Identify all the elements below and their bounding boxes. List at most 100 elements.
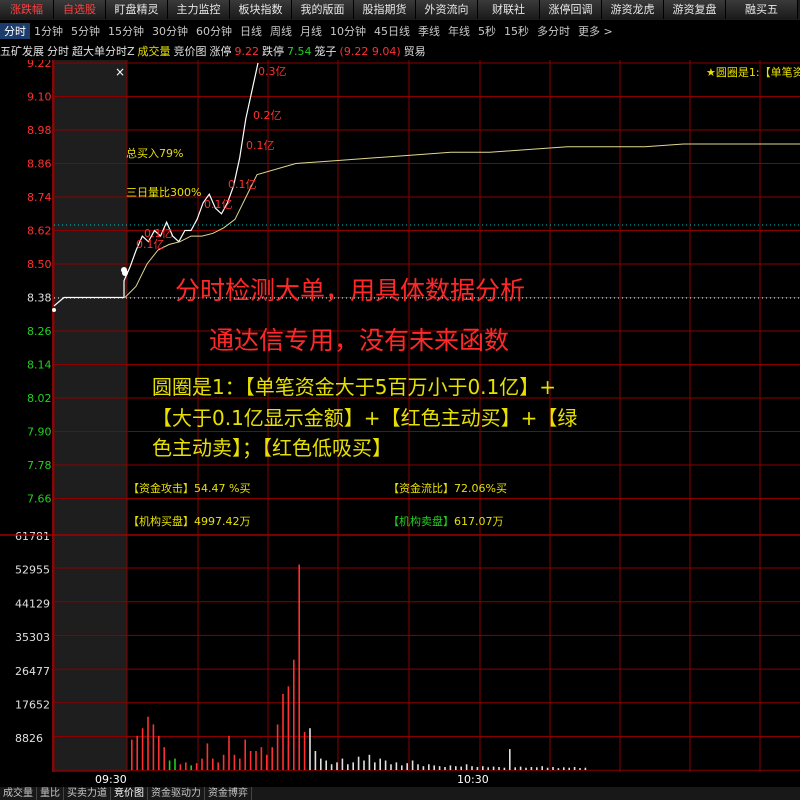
volume-bar <box>519 766 522 770</box>
price-tick: 9.22 <box>27 60 52 70</box>
volume-bar <box>174 758 176 770</box>
period-tab[interactable]: 日线 <box>236 23 266 39</box>
bottom-tab[interactable]: 买卖力道 <box>64 787 111 800</box>
institution-sell-label: 【机构卖盘】 <box>388 515 454 528</box>
volume-bar <box>363 760 365 770</box>
period-tab[interactable]: 年线 <box>444 23 474 39</box>
volume-bar <box>536 767 538 770</box>
bottom-tab[interactable]: 资金驱动力 <box>148 787 205 800</box>
bottom-tab[interactable]: 量比 <box>37 787 64 800</box>
top-tab[interactable]: 自选股 <box>54 0 106 19</box>
bottom-tab[interactable]: 成交量 <box>0 787 37 800</box>
top-tab[interactable]: 融买五 <box>726 0 798 19</box>
institution-sell-stat: 【机构卖盘】617.07万 <box>388 513 504 529</box>
volume-bar <box>341 758 344 770</box>
volume-bar <box>330 764 333 770</box>
volume-bar <box>347 764 349 770</box>
price-tick: 9.10 <box>27 91 52 104</box>
period-tab[interactable]: 15秒 <box>500 23 533 39</box>
institution-buy-value: 4997.42万 <box>194 515 251 528</box>
top-tab[interactable]: 游资龙虎 <box>602 0 664 19</box>
volume-tick: 52955 <box>15 564 50 577</box>
capital-attack-label: 【资金攻击】 <box>128 482 194 495</box>
period-tab[interactable]: 5秒 <box>474 23 500 39</box>
period-tab[interactable]: 更多 > <box>574 23 617 39</box>
top-tab[interactable]: 财联社 <box>478 0 540 19</box>
top-tab-bar: 涨跌幅 自选股 盯盘精灵 主力监控 板块指数 我的版面 股指期货 外资流向 财联社 涨停回调 游资龙… <box>0 0 800 20</box>
volume-bar <box>509 749 511 770</box>
volume-bar <box>541 766 543 770</box>
period-tab[interactable]: 10分钟 <box>326 23 370 39</box>
volume-tick: 26477 <box>15 665 50 678</box>
period-tab[interactable]: 45日线 <box>370 23 414 39</box>
capital-attack-value: 54.47 %买 <box>194 482 251 495</box>
period-tab[interactable]: 多分时 <box>533 23 574 39</box>
price-tick: 7.90 <box>27 426 52 439</box>
volume-tick: 8826 <box>15 732 43 745</box>
volume-bars <box>131 564 587 770</box>
volume-bar <box>282 693 284 770</box>
period-bar: 分时 1分钟 5分钟 15分钟 30分钟 60分钟 日线 周线 月线 10分钟 45日线 季线 年线 5秒… <box>0 21 800 41</box>
volume-bar <box>195 763 198 770</box>
period-tab[interactable]: 60分钟 <box>192 23 236 39</box>
period-tab[interactable]: 周线 <box>266 23 296 39</box>
volume-bar <box>212 758 214 770</box>
volume-bar <box>406 763 408 770</box>
volume-bar <box>201 758 203 770</box>
period-tab[interactable]: 15分钟 <box>104 23 148 39</box>
volume-bar <box>255 751 257 770</box>
bottom-tab[interactable]: 资金博弈 <box>205 787 252 800</box>
top-tab[interactable]: 股指期货 <box>354 0 416 19</box>
volume-bar <box>320 758 322 770</box>
volume-bar <box>498 767 500 770</box>
volume-bar <box>287 686 290 770</box>
volume-tick: 35303 <box>15 631 50 644</box>
overlay-desc-2: 【大于0.1亿显示金额】+【红色主动买】+【绿 <box>152 406 578 430</box>
period-tab[interactable]: 月线 <box>296 23 326 39</box>
period-tab[interactable]: 分时 <box>0 23 30 39</box>
top-tab[interactable]: 游资复盘 <box>664 0 726 19</box>
volume-bar <box>552 767 554 770</box>
volume-bar <box>336 762 338 770</box>
top-tab[interactable]: 主力监控 <box>168 0 230 19</box>
stock-name[interactable]: 五矿发展 <box>0 43 44 59</box>
overlay-desc-1: 圆圈是1：【单笔资金大于5百万小于0.1亿】+ <box>152 375 557 399</box>
bottom-tab[interactable]: 竞价图 <box>111 787 148 800</box>
price-tick: 8.02 <box>27 392 52 405</box>
volume-bar <box>147 716 149 770</box>
volume-bar <box>271 747 273 770</box>
bottom-tab-bar: 成交量 量比 买卖力道 竞价图 资金驱动力 资金博弈 <box>0 787 800 800</box>
volume-axis: 61781 52955 44129 35303 26477 17652 8826 <box>15 530 50 745</box>
top-tab[interactable]: 涨跌幅 <box>0 0 54 19</box>
volume-bar <box>309 728 311 770</box>
top-tab[interactable]: 板块指数 <box>230 0 292 19</box>
period-tab[interactable]: 1分钟 <box>30 23 67 39</box>
period-tab[interactable]: 30分钟 <box>148 23 192 39</box>
volume-bar <box>158 735 160 770</box>
price-tick: 8.62 <box>27 225 52 238</box>
top-tab[interactable]: 涨停回调 <box>540 0 602 19</box>
top-tab[interactable]: 我的版面 <box>292 0 354 19</box>
big-order-label: 0.1亿 <box>246 139 275 152</box>
time-label-start: 09:30 <box>95 773 127 786</box>
mode-label[interactable]: 分时 <box>47 43 69 59</box>
volume-bar <box>374 762 376 770</box>
price-chart-label[interactable]: 竞价图 <box>174 43 207 59</box>
period-tab[interactable]: 5分钟 <box>67 23 104 39</box>
big-order-label: 0.1亿 <box>136 238 165 251</box>
volume-bar <box>438 766 441 770</box>
volume-bar <box>557 768 560 770</box>
volume-bar <box>573 767 576 770</box>
volume-tick: 44129 <box>15 597 50 610</box>
volume-bar <box>303 732 306 770</box>
period-tab[interactable]: 季线 <box>414 23 444 39</box>
capital-attack-stat: 【资金攻击】54.47 %买 <box>128 480 250 496</box>
volume-bar <box>325 760 327 770</box>
volume-tick: 61781 <box>15 530 50 543</box>
indicator-label[interactable]: 超大单分时Z <box>72 43 135 59</box>
top-tab[interactable]: 外资流向 <box>416 0 478 19</box>
close-icon[interactable]: × <box>115 65 125 79</box>
volume-bar <box>185 762 187 770</box>
volume-bar <box>584 767 587 770</box>
top-tab[interactable]: 盯盘精灵 <box>106 0 168 19</box>
